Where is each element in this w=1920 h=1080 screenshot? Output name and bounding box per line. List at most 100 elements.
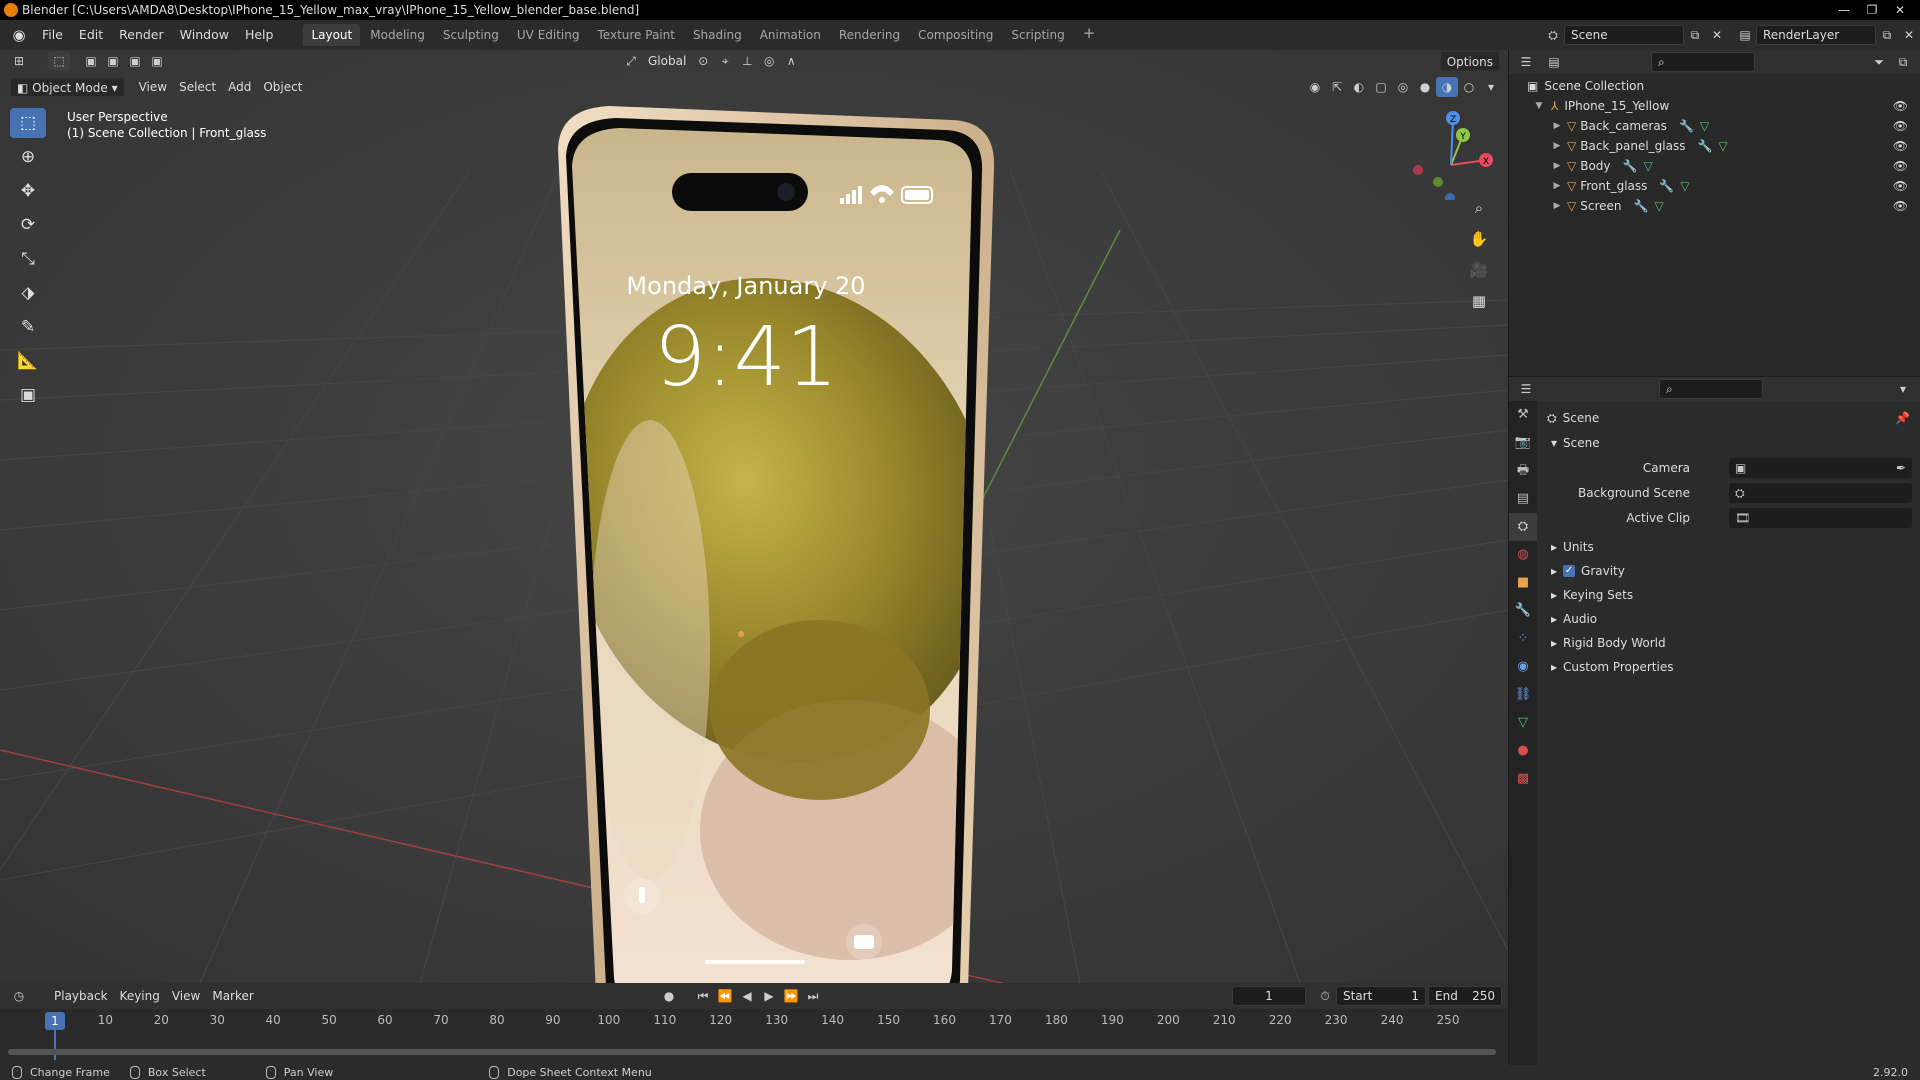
visibility-icon[interactable]: ◉ <box>1304 77 1326 97</box>
menu-window[interactable]: Window <box>172 20 237 50</box>
custom-properties-panel[interactable]: ▸ Custom Properties <box>1537 656 1920 678</box>
menu-help[interactable]: Help <box>237 20 282 50</box>
outliner-row-back-cameras[interactable]: ▶ ▽ Back_cameras 🔧 ▽ 👁 <box>1509 116 1920 136</box>
custom-properties-expand-icon[interactable]: ▸ <box>1537 660 1557 674</box>
navigation-gizmo[interactable]: X Y Z <box>1406 110 1496 200</box>
expand-collection-icon[interactable]: ▼ <box>1533 101 1545 111</box>
delete-view-layer-icon[interactable]: ✕ <box>1898 25 1920 45</box>
units-expand-icon[interactable]: ▸ <box>1537 540 1557 554</box>
snap-target-icon[interactable]: ⊥ <box>736 51 758 71</box>
outliner[interactable]: ☰ ▤ ⌕ ⏷ ⧉ ▣ Scene Collection ▼ ⅄ IPhone_… <box>1508 50 1920 376</box>
modifier-icon[interactable]: 🔧 <box>1659 179 1674 193</box>
mesh-data-icon[interactable]: ▽ <box>1654 199 1663 213</box>
select-mode-subtract-icon[interactable]: ▣ <box>124 51 146 71</box>
display-mode-icon[interactable]: ▤ <box>1543 52 1565 72</box>
material-shading-icon[interactable]: ◑ <box>1436 77 1458 97</box>
modifier-icon[interactable]: 🔧 <box>1623 159 1638 173</box>
menu-select[interactable]: Select <box>173 77 222 97</box>
ortho-toggle-icon[interactable]: ▦ <box>1466 288 1492 314</box>
background-scene-field[interactable]: ⛭ <box>1729 483 1912 503</box>
new-collection-icon[interactable]: ⧉ <box>1892 52 1914 72</box>
outliner-row-scene-collection[interactable]: ▣ Scene Collection <box>1509 76 1920 96</box>
timeline-ruler[interactable]: 1 10 20 30 40 50 60 70 80 90 100 110 120 130 140 150 160… <box>0 1011 1508 1060</box>
select-tool-icon[interactable]: ⬚ <box>48 51 70 71</box>
constraints-tab-icon[interactable]: ⛓ <box>1509 681 1537 709</box>
end-frame-field[interactable]: End 250 <box>1428 986 1502 1006</box>
timeline-editor-type-icon[interactable]: ◷ <box>8 986 30 1006</box>
scene-name-field[interactable]: Scene <box>1564 25 1684 45</box>
proportional-edit-icon[interactable]: ◎ <box>758 51 780 71</box>
move-tool-icon[interactable]: ✥ <box>10 176 46 206</box>
playhead-line[interactable] <box>54 1030 56 1060</box>
texture-tab-icon[interactable]: ▩ <box>1509 765 1537 793</box>
mode-dropdown[interactable]: ◧ Object Mode ▾ <box>10 77 125 97</box>
outliner-row-body[interactable]: ▶ ▽ Body 🔧 ▽ 👁 <box>1509 156 1920 176</box>
start-frame-field[interactable]: Start 1 <box>1336 986 1426 1006</box>
keying-sets-panel[interactable]: ▸ Keying Sets <box>1537 584 1920 606</box>
properties-editor-type-icon[interactable]: ☰ <box>1515 379 1537 399</box>
menu-object[interactable]: Object <box>257 77 308 97</box>
visibility-icon[interactable]: 👁 <box>1893 139 1908 153</box>
data-tab-icon[interactable]: ▽ <box>1509 709 1537 737</box>
add-workspace-button[interactable]: + <box>1075 24 1104 46</box>
visibility-icon[interactable]: 👁 <box>1893 179 1908 193</box>
gizmo-neg-y[interactable] <box>1433 177 1443 187</box>
close-button[interactable]: ✕ <box>1886 0 1914 20</box>
rigid-body-world-panel[interactable]: ▸ Rigid Body World <box>1537 632 1920 654</box>
modifier-icon[interactable]: 🔧 <box>1679 119 1694 133</box>
outliner-row-collection[interactable]: ▼ ⅄ IPhone_15_Yellow 👁 <box>1509 96 1920 116</box>
play-icon[interactable]: ▶ <box>758 986 780 1006</box>
select-mode-extend-icon[interactable]: ▣ <box>102 51 124 71</box>
new-view-layer-icon[interactable]: ⧉ <box>1876 25 1898 45</box>
marker-menu[interactable]: Marker <box>206 986 259 1006</box>
modifier-icon[interactable]: 🔧 <box>1697 139 1712 153</box>
record-icon[interactable]: ● <box>658 986 680 1006</box>
transform-tool-icon[interactable]: ⬗ <box>10 278 46 308</box>
outliner-search[interactable]: ⌕ <box>1651 52 1755 72</box>
jump-end-icon[interactable]: ⏭ <box>802 986 824 1006</box>
overlay-toggle-icon[interactable]: ◐ <box>1348 77 1370 97</box>
select-mode-new-icon[interactable]: ▣ <box>80 51 102 71</box>
current-frame-field[interactable]: 1 <box>1232 986 1306 1006</box>
scene-icon[interactable]: ⛭ <box>1542 25 1564 45</box>
restore-button[interactable]: ❐ <box>1858 0 1886 20</box>
menu-view[interactable]: View <box>133 77 173 97</box>
audio-expand-icon[interactable]: ▸ <box>1537 612 1557 626</box>
gravity-panel[interactable]: ▸ ✓ Gravity <box>1537 560 1920 582</box>
timeline-view-menu[interactable]: View <box>166 986 206 1006</box>
tab-sculpting[interactable]: Sculpting <box>435 24 507 46</box>
playhead-frame[interactable]: 1 <box>45 1012 65 1030</box>
view-layer-icon[interactable]: ▤ <box>1734 25 1756 45</box>
new-scene-icon[interactable]: ⧉ <box>1684 25 1706 45</box>
tool-tab-icon[interactable]: ⚒ <box>1509 401 1537 429</box>
outliner-row-front-glass[interactable]: ▶ ▽ Front_glass 🔧 ▽ 👁 <box>1509 176 1920 196</box>
next-keyframe-icon[interactable]: ⏩ <box>780 986 802 1006</box>
gravity-checkbox[interactable]: ✓ <box>1563 565 1576 577</box>
camera-field[interactable]: ▣ ✒ <box>1729 458 1912 478</box>
outliner-row-back-panel-glass[interactable]: ▶ ▽ Back_panel_glass 🔧 ▽ 👁 <box>1509 136 1920 156</box>
rigid-body-expand-icon[interactable]: ▸ <box>1537 636 1557 650</box>
pan-hand-icon[interactable]: ✋ <box>1466 226 1492 252</box>
wireframe-shading-icon[interactable]: ◎ <box>1392 77 1414 97</box>
tab-modeling[interactable]: Modeling <box>362 24 433 46</box>
expand-icon[interactable]: ▶ <box>1551 161 1563 171</box>
units-panel[interactable]: ▸ Units <box>1537 536 1920 558</box>
particles-tab-icon[interactable]: ⁘ <box>1509 625 1537 653</box>
expand-icon[interactable]: ▶ <box>1551 181 1563 191</box>
tab-scripting[interactable]: Scripting <box>1003 24 1072 46</box>
gizmo-neg-z[interactable] <box>1445 193 1455 200</box>
play-reverse-icon[interactable]: ◀ <box>736 986 758 1006</box>
properties-editor[interactable]: ☰ ⌕ ▾ ⚒ 📷 🖶 ▤ ⛭ ◍ ■ 🔧 ⁘ ◉ ⛓ ▽ ● ▩ ⛭ Scen… <box>1508 376 1920 1065</box>
rendered-shading-icon[interactable]: ○ <box>1458 77 1480 97</box>
select-box-tool-icon[interactable]: ⬚ <box>10 108 46 138</box>
scene-tab-icon[interactable]: ⛭ <box>1509 513 1537 541</box>
expand-icon[interactable]: ▶ <box>1551 121 1563 131</box>
tab-rendering[interactable]: Rendering <box>831 24 908 46</box>
material-tab-icon[interactable]: ● <box>1509 737 1537 765</box>
gravity-expand-icon[interactable]: ▸ <box>1537 564 1557 578</box>
3d-viewport[interactable]: ⊞ ⬚ ▣ ▣ ▣ ▣ ⤢ Global ⊙ ⌖ ⊥ ◎ ∧ Options ◧… <box>0 50 1508 983</box>
modifier-icon[interactable]: 🔧 <box>1634 199 1649 213</box>
phone-model[interactable]: Monday, January 20 9:41 <box>520 90 1020 983</box>
zoom-icon[interactable]: ⌕ <box>1466 195 1492 221</box>
cursor-tool-icon[interactable]: ⊕ <box>10 142 46 172</box>
